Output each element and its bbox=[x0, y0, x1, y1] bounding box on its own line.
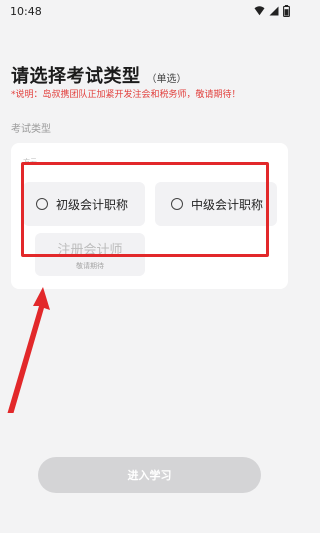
option-cpa-disabled: 注册会计师 敬请期待 bbox=[35, 233, 145, 276]
status-bar: 10:48 bbox=[0, 0, 300, 22]
section-label: 考试类型 bbox=[11, 124, 51, 135]
page-title: 请选择考试类型 bbox=[11, 66, 141, 87]
option-label: 注册会计师 bbox=[57, 242, 123, 258]
wifi-icon bbox=[254, 6, 265, 16]
option-label: 中级会计职称 bbox=[191, 197, 264, 212]
cellular-signal-icon bbox=[269, 6, 279, 16]
status-time: 10:48 bbox=[10, 4, 42, 18]
enter-study-button[interactable]: 进入学习 bbox=[38, 457, 261, 493]
development-notice: *说明：岛叔携团队正加紧开发注会和税务师，敬请期待！ bbox=[11, 90, 241, 100]
battery-icon bbox=[283, 5, 290, 17]
option-label: 初级会计职称 bbox=[56, 197, 129, 212]
radio-unchecked-icon[interactable] bbox=[36, 198, 48, 210]
option-junior-accountant[interactable]: 初级会计职称 bbox=[23, 182, 145, 226]
coming-soon-label: 敬请期待 bbox=[76, 261, 104, 270]
status-icons bbox=[254, 5, 290, 17]
radio-unchecked-icon[interactable] bbox=[171, 198, 183, 210]
option-intermediate-accountant[interactable]: 中级会计职称 bbox=[155, 182, 277, 226]
card-tag: 方云 bbox=[23, 158, 37, 166]
single-choice-note: （单选） bbox=[146, 74, 187, 85]
title-row: 请选择考试类型 （单选） bbox=[11, 62, 187, 88]
